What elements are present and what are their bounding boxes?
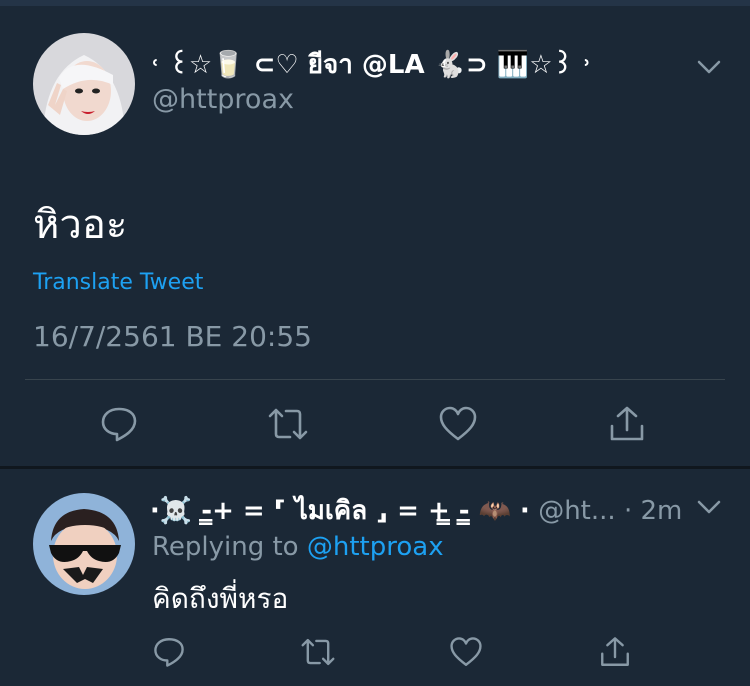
retweet-icon [268,408,308,440]
reply-text: คิดถึงพี่หรอ [152,582,289,615]
reply-handle[interactable]: @ht... [538,496,615,526]
retweet-button[interactable] [266,402,310,446]
display-name[interactable]: ˓ ꒰☆🥛 ⊂♡ ยีจา @LA 🐇⊃ 🎹☆꒱ ˒ [150,44,591,85]
reply-button[interactable] [147,630,191,674]
section-separator [0,466,750,469]
reply-avatar[interactable] [33,493,135,595]
share-icon [601,637,629,666]
retweet-icon [301,638,335,666]
reply-time: · 2m [623,496,683,526]
reply-icon [154,638,184,667]
chevron-down-icon[interactable] [696,57,722,77]
retweet-button[interactable] [296,630,340,674]
reply-icon [101,407,137,442]
handle[interactable]: @httproax [152,84,294,115]
like-icon [439,406,477,441]
like-icon [450,637,482,666]
translate-tweet-link[interactable]: Translate Tweet [33,270,203,295]
replying-to-link[interactable]: @httproax [307,532,444,562]
chevron-down-icon[interactable] [696,497,722,517]
like-button[interactable] [444,630,488,674]
reply-button[interactable] [97,402,141,446]
tweet-text: หิวอะ [33,202,128,248]
replying-prefix: Replying to [152,532,299,562]
avatar[interactable] [33,33,135,135]
like-button[interactable] [436,402,480,446]
top-bar [0,0,750,6]
share-button[interactable] [605,402,649,446]
share-icon [610,406,644,441]
divider [25,379,725,380]
reply-display-name[interactable]: ⋅☠️ -̳̳̳̳+ = ⸢ ไมเคิล ⸥ = +̳̳̳̳ -̳̳̳̳ 🦇 … [150,496,530,526]
tweet-timestamp: 16/7/2561 BE 20:55 [33,320,312,353]
reply-header: ⋅☠️ -̳̳̳̳+ = ⸢ ไมเคิล ⸥ = +̳̳̳̳ -̳̳̳̳ 🦇 … [150,490,682,531]
share-button[interactable] [593,630,637,674]
replying-to-line: Replying to @httproax [152,532,444,562]
